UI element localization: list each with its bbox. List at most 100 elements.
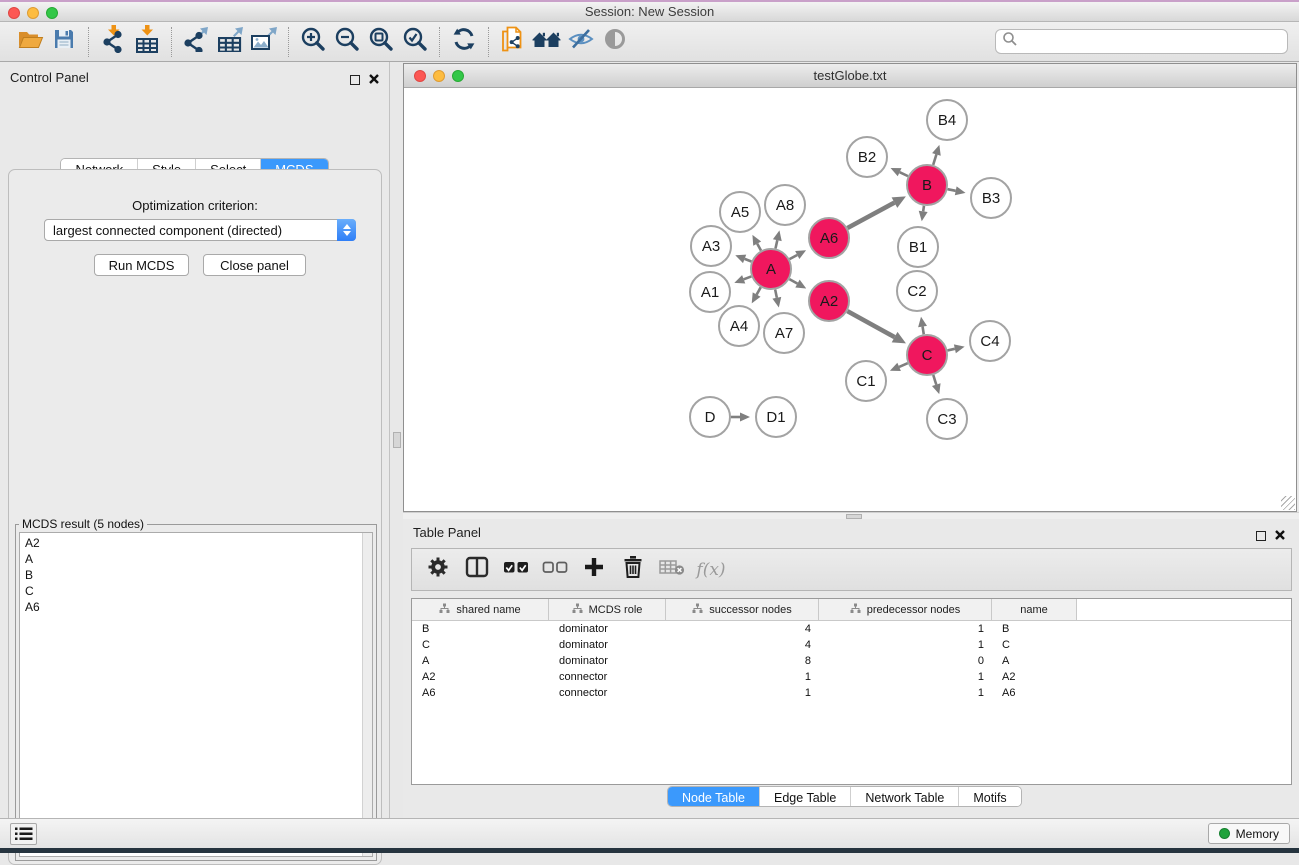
mcds-result-item[interactable]: A2 — [20, 535, 372, 551]
run-mcds-button[interactable]: Run MCDS — [94, 254, 189, 276]
graph-node-C[interactable]: C — [907, 335, 947, 375]
table-cell[interactable]: connector — [549, 671, 666, 683]
graph-edge-A-A2[interactable] — [789, 279, 797, 283]
graph-edge-A2-C[interactable] — [847, 311, 894, 337]
graph-edge-C-C3[interactable] — [933, 375, 936, 385]
delete-table-button[interactable] — [658, 555, 686, 585]
table-cell[interactable]: A2 — [992, 671, 1077, 683]
graph-edge-A-A3[interactable] — [745, 259, 752, 262]
graph-edge-B-B4[interactable] — [933, 154, 936, 165]
graph-node-D[interactable]: D — [690, 397, 730, 437]
result-list-scrollbar[interactable] — [362, 533, 372, 856]
table-row[interactable]: A6connector11A6 — [412, 685, 1291, 701]
export-network-button[interactable] — [179, 26, 213, 58]
select-all-checkboxes-button[interactable] — [502, 555, 530, 585]
table-cell[interactable]: dominator — [549, 639, 666, 651]
table-cell[interactable]: C — [412, 639, 549, 651]
close-window-icon[interactable] — [8, 7, 20, 19]
mcds-result-item[interactable]: B — [20, 567, 372, 583]
mcds-result-item[interactable]: C — [20, 583, 372, 599]
graph-node-A6[interactable]: A6 — [809, 218, 849, 258]
graph-node-B3[interactable]: B3 — [971, 178, 1011, 218]
zoom-out-button[interactable] — [330, 26, 364, 58]
graph-node-B1[interactable]: B1 — [898, 227, 938, 267]
graph-edge-A-A5[interactable] — [757, 244, 761, 251]
save-session-button[interactable] — [47, 26, 81, 58]
graph-node-C2[interactable]: C2 — [897, 271, 937, 311]
graph-node-B4[interactable]: B4 — [927, 100, 967, 140]
network-minimize-icon[interactable] — [433, 70, 445, 82]
graph-node-C1[interactable]: C1 — [846, 361, 886, 401]
table-cell[interactable]: 8 — [666, 655, 819, 667]
hide-graphics-details-button[interactable] — [564, 26, 598, 58]
search-input[interactable] — [1018, 32, 1287, 52]
graph-node-A1[interactable]: A1 — [690, 272, 730, 312]
tab-node-table[interactable]: Node Table — [668, 787, 759, 807]
home-button[interactable] — [530, 26, 564, 58]
import-table-button[interactable] — [130, 26, 164, 58]
table-cell[interactable]: 1 — [819, 623, 992, 635]
graph-edge-C-C1[interactable] — [899, 363, 908, 367]
graph-node-D1[interactable]: D1 — [756, 397, 796, 437]
table-cell[interactable]: dominator — [549, 655, 666, 667]
graph-node-A5[interactable]: A5 — [720, 192, 760, 232]
table-cell[interactable]: B — [412, 623, 549, 635]
table-cell[interactable]: 1 — [666, 671, 819, 683]
graph-node-A4[interactable]: A4 — [719, 306, 759, 346]
table-cell[interactable]: 1 — [819, 687, 992, 699]
tab-motifs[interactable]: Motifs — [958, 787, 1020, 807]
graph-edge-A-A1[interactable] — [744, 276, 752, 279]
mcds-result-list[interactable]: A2ABCA6 — [19, 532, 373, 857]
table-cell[interactable]: 0 — [819, 655, 992, 667]
graph-edge-A-A6[interactable] — [790, 255, 798, 259]
table-row[interactable]: Cdominator41C — [412, 637, 1291, 653]
add-column-button[interactable] — [580, 555, 608, 585]
zoom-selected-button[interactable] — [398, 26, 432, 58]
network-window-titlebar[interactable]: testGlobe.txt — [404, 64, 1296, 88]
table-cell[interactable]: 4 — [666, 639, 819, 651]
graph-edge-C-C4[interactable] — [947, 349, 954, 351]
table-row[interactable]: Adominator80A — [412, 653, 1291, 669]
mcds-result-item[interactable]: A6 — [20, 599, 372, 615]
graph-node-A3[interactable]: A3 — [691, 226, 731, 266]
graph-node-A7[interactable]: A7 — [764, 313, 804, 353]
column-header-shared-name[interactable]: shared name — [412, 599, 549, 620]
table-cell[interactable]: B — [992, 623, 1077, 635]
graph-edge-B-B3[interactable] — [948, 189, 956, 191]
import-network-button[interactable] — [96, 26, 130, 58]
window-resize-grip[interactable] — [1281, 496, 1295, 510]
minimize-window-icon[interactable] — [27, 7, 39, 19]
table-cell[interactable]: A — [992, 655, 1077, 667]
tab-network-table[interactable]: Network Table — [850, 787, 958, 807]
refresh-view-button[interactable] — [447, 26, 481, 58]
open-session-button[interactable] — [13, 26, 47, 58]
task-history-button[interactable] — [10, 823, 37, 845]
maximize-window-icon[interactable] — [46, 7, 58, 19]
graph-node-B[interactable]: B — [907, 165, 947, 205]
table-cell[interactable]: 4 — [666, 623, 819, 635]
gear-button[interactable] — [424, 555, 452, 585]
graph-edge-A-A4[interactable] — [757, 287, 761, 294]
table-cell[interactable]: A6 — [992, 687, 1077, 699]
table-row[interactable]: A2connector11A2 — [412, 669, 1291, 685]
search-box[interactable] — [995, 29, 1288, 54]
graph-edge-B-B1[interactable] — [923, 206, 924, 212]
network-canvas[interactable]: B4B2BB3A8A5A6A3B1AA1C2A2A4A7C4CC1C3DD1 — [404, 88, 1296, 511]
graph-node-C4[interactable]: C4 — [970, 321, 1010, 361]
export-image-button[interactable] — [247, 26, 281, 58]
graph-node-B2[interactable]: B2 — [847, 137, 887, 177]
network-maximize-icon[interactable] — [452, 70, 464, 82]
close-panel-icon[interactable] — [369, 71, 379, 89]
table-cell[interactable]: 1 — [666, 687, 819, 699]
delete-column-button[interactable] — [619, 555, 647, 585]
graph-node-A8[interactable]: A8 — [765, 185, 805, 225]
zoom-fit-button[interactable] — [364, 26, 398, 58]
table-cell[interactable]: A6 — [412, 687, 549, 699]
function-builder-button[interactable]: f(x) — [697, 555, 725, 585]
memory-button[interactable]: Memory — [1208, 823, 1290, 844]
table-cell[interactable]: 1 — [819, 671, 992, 683]
graph-node-A[interactable]: A — [751, 249, 791, 289]
mcds-result-item[interactable]: A — [20, 551, 372, 567]
float-table-panel-icon[interactable] — [1256, 531, 1266, 541]
table-cell[interactable]: dominator — [549, 623, 666, 635]
